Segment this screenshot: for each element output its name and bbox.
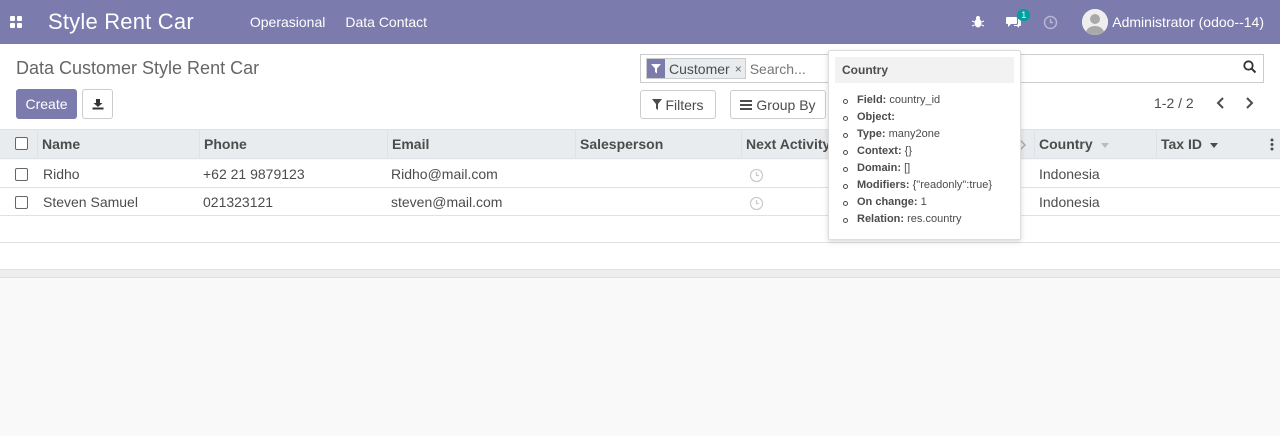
sort-caret-icon: [1100, 142, 1109, 148]
column-country[interactable]: Country: [1035, 130, 1157, 159]
activity-clock-icon[interactable]: [749, 196, 764, 211]
tooltip-title: Country: [835, 57, 1014, 83]
tooltip-item: Modifiers: {"readonly":true}: [841, 177, 1020, 194]
create-button[interactable]: Create: [16, 89, 77, 119]
top-navbar: Style Rent Car Operasional Data Contact …: [0, 0, 1280, 44]
cell-country: Indonesia: [1039, 166, 1100, 182]
control-panel: Data Customer Style Rent Car Create Cust…: [0, 44, 1280, 130]
optional-columns-icon[interactable]: [1270, 138, 1274, 151]
cell-salesperson: [576, 188, 580, 216]
cell-name: Steven Samuel: [43, 194, 138, 210]
cell-tax-id: [1157, 188, 1161, 216]
chevron-left-icon[interactable]: [1214, 96, 1228, 110]
select-all-checkbox[interactable]: [15, 137, 28, 150]
row-checkbox[interactable]: [15, 168, 28, 181]
filters-button[interactable]: Filters: [640, 90, 716, 119]
empty-row: [0, 243, 1280, 270]
group-by-button[interactable]: Group By: [730, 90, 826, 119]
app-brand[interactable]: Style Rent Car: [48, 9, 194, 35]
facet-remove-icon[interactable]: ×: [732, 62, 745, 76]
field-tooltip: Country Field: country_id Object: Type: …: [828, 50, 1021, 240]
cell-country: Indonesia: [1039, 194, 1100, 210]
cell-phone: 021323121: [203, 194, 274, 210]
tooltip-item: Object:: [841, 109, 1020, 126]
download-icon: [92, 99, 103, 110]
breadcrumb: Data Customer Style Rent Car: [16, 58, 260, 78]
systray: 1 Administrator (odoo--14): [960, 0, 1280, 44]
filter-icon: [652, 99, 663, 110]
select-all-cell: [0, 130, 38, 159]
table-header: Name Phone Email Salesperson Next Activi…: [0, 130, 1280, 159]
tooltip-item: Type: many2one: [841, 126, 1020, 143]
filters-label: Filters: [665, 96, 704, 113]
column-country-label: Country: [1039, 136, 1093, 152]
tooltip-item: Context: {}: [841, 143, 1020, 160]
search-icon[interactable]: [1243, 60, 1257, 77]
table-footer: [0, 270, 1280, 278]
column-email[interactable]: Email: [388, 130, 576, 159]
column-phone[interactable]: Phone: [200, 130, 388, 159]
column-tax-id[interactable]: Tax ID: [1157, 130, 1267, 159]
messages-icon[interactable]: 1: [1004, 9, 1031, 32]
filter-facet-icon: [647, 59, 665, 78]
activity-clock-icon[interactable]: [1040, 12, 1060, 32]
column-salesperson[interactable]: Salesperson: [576, 130, 742, 159]
facet-value: Customer: [669, 60, 730, 77]
user-name: Administrator (odoo--14): [1112, 14, 1264, 30]
sort-caret-icon: [1209, 142, 1218, 148]
row-checkbox[interactable]: [15, 196, 28, 209]
user-menu[interactable]: Administrator (odoo--14): [1082, 9, 1264, 35]
column-name[interactable]: Name: [38, 130, 200, 159]
empty-row: [0, 216, 1280, 243]
activity-clock-icon[interactable]: [749, 168, 764, 183]
tooltip-item: On change: 1: [841, 194, 1020, 211]
cell-email: steven@mail.com: [391, 194, 503, 210]
table-row[interactable]: Ridho +62 21 9879123 Ridho@mail.com Indo…: [0, 160, 1280, 188]
pager-value[interactable]: 1-2 / 2: [1154, 95, 1194, 111]
bug-icon[interactable]: [968, 12, 988, 32]
tooltip-list: Field: country_id Object: Type: many2one…: [829, 83, 1020, 228]
group-by-label: Group By: [756, 96, 816, 113]
messages-count-badge: 1: [1017, 9, 1031, 21]
avatar: [1082, 9, 1109, 35]
tooltip-item: Field: country_id: [841, 92, 1020, 109]
cell-name: Ridho: [43, 166, 80, 182]
cell-tax-id: [1157, 160, 1161, 188]
apps-menu-icon[interactable]: [0, 0, 32, 44]
search-input[interactable]: [749, 60, 830, 77]
tooltip-item: Relation: res.country: [841, 211, 1020, 228]
search-facet-customer: Customer ×: [646, 58, 746, 79]
tooltip-item: Domain: []: [841, 160, 1020, 177]
cell-salesperson: [576, 160, 580, 188]
export-button[interactable]: [82, 89, 113, 119]
chevron-right-icon[interactable]: [1242, 96, 1256, 110]
main-menu: Operasional Data Contact: [250, 14, 447, 30]
table-row[interactable]: Steven Samuel 021323121 steven@mail.com …: [0, 188, 1280, 216]
column-tax-id-label: Tax ID: [1161, 136, 1202, 152]
menu-data-contact[interactable]: Data Contact: [345, 14, 427, 30]
cell-phone: +62 21 9879123: [203, 166, 305, 182]
list-icon: [740, 99, 753, 110]
menu-operasional[interactable]: Operasional: [250, 14, 326, 30]
cell-email: Ridho@mail.com: [391, 166, 498, 182]
